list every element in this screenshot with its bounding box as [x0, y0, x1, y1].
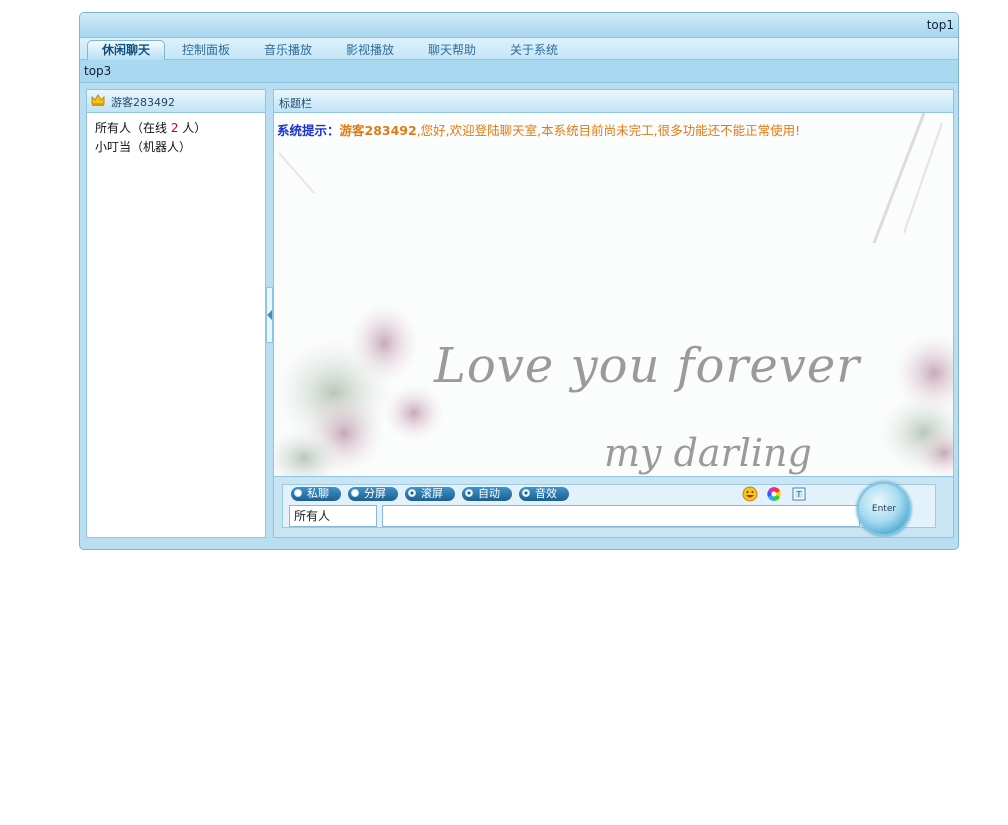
- background-image: [274, 113, 953, 477]
- font-icon[interactable]: T: [791, 486, 807, 502]
- option-label: 音效: [535, 487, 557, 500]
- option-label: 自动: [478, 487, 500, 500]
- crown-icon: [91, 94, 105, 106]
- color-wheel-icon[interactable]: [766, 486, 782, 502]
- chat-panel: 标题栏 Love you forever my darling 系统提示：游客2…: [273, 89, 954, 538]
- input-box: 私聊 分屏 滚屏 自动 音效 T 所有人 Enter: [282, 482, 936, 536]
- user-list: 所有人（在线 2 人） 小叮当（机器人）: [87, 113, 265, 157]
- tab-music[interactable]: 音乐播放: [258, 41, 318, 59]
- option-label: 私聊: [307, 487, 329, 500]
- chat-panel-header: 标题栏: [274, 90, 953, 113]
- user-list-item-bot[interactable]: 小叮当（机器人）: [95, 138, 265, 157]
- tab-video[interactable]: 影视播放: [340, 41, 400, 59]
- tab-bar: 休闲聊天 控制面板 音乐播放 影视播放 聊天帮助 关于系统: [80, 38, 958, 60]
- user-panel-header: 游客283492: [87, 90, 265, 113]
- option-split-screen[interactable]: 分屏: [348, 487, 398, 501]
- option-auto[interactable]: 自动: [462, 487, 512, 501]
- chat-message-area[interactable]: Love you forever my darling 系统提示：游客28349…: [274, 113, 953, 477]
- target-selector[interactable]: 所有人: [289, 505, 377, 527]
- all-prefix: 所有人（在线: [95, 121, 171, 135]
- message-username[interactable]: 游客283492: [340, 123, 417, 138]
- user-list-panel: 游客283492 所有人（在线 2 人） 小叮当（机器人）: [86, 89, 266, 538]
- system-prefix: 系统提示：: [277, 123, 340, 138]
- option-sound[interactable]: 音效: [519, 487, 569, 501]
- all-suffix: 人）: [178, 121, 207, 135]
- option-private-chat[interactable]: 私聊: [291, 487, 341, 501]
- chat-app-window: top1 休闲聊天 控制面板 音乐播放 影视播放 聊天帮助 关于系统 top3 …: [79, 12, 959, 550]
- tab-chat-help[interactable]: 聊天帮助: [422, 41, 482, 59]
- user-list-item-all[interactable]: 所有人（在线 2 人）: [95, 119, 265, 138]
- input-area: 私聊 分屏 滚屏 自动 音效 T 所有人 Enter: [274, 476, 953, 537]
- collapse-sidebar-handle[interactable]: [266, 287, 273, 343]
- message-body: ,您好,欢迎登陆聊天室,本系统目前尚未完工,很多功能还不能正常使用!: [416, 123, 801, 138]
- enter-button[interactable]: Enter: [857, 482, 911, 536]
- svg-text:T: T: [796, 490, 802, 499]
- current-username: 游客283492: [111, 96, 175, 109]
- system-message: 系统提示：游客283492,您好,欢迎登陆聊天室,本系统目前尚未完工,很多功能还…: [277, 120, 800, 139]
- tab-leisure-chat[interactable]: 休闲聊天: [87, 40, 165, 60]
- option-label: 分屏: [364, 487, 386, 500]
- tab-about[interactable]: 关于系统: [504, 41, 564, 59]
- tab-control-panel[interactable]: 控制面板: [176, 41, 236, 59]
- background-text-line2: my darling: [604, 431, 812, 475]
- top1-label: top1: [926, 18, 954, 32]
- smiley-icon[interactable]: [742, 486, 758, 502]
- top3-label: top3: [84, 64, 112, 78]
- message-input[interactable]: [382, 505, 860, 527]
- top-bar: top1: [80, 13, 958, 38]
- background-text-line1: Love you forever: [434, 338, 861, 394]
- chat-panel-title: 标题栏: [279, 97, 312, 110]
- option-label: 滚屏: [421, 487, 443, 500]
- option-scroll-screen[interactable]: 滚屏: [405, 487, 455, 501]
- sub-bar: top3: [80, 60, 958, 83]
